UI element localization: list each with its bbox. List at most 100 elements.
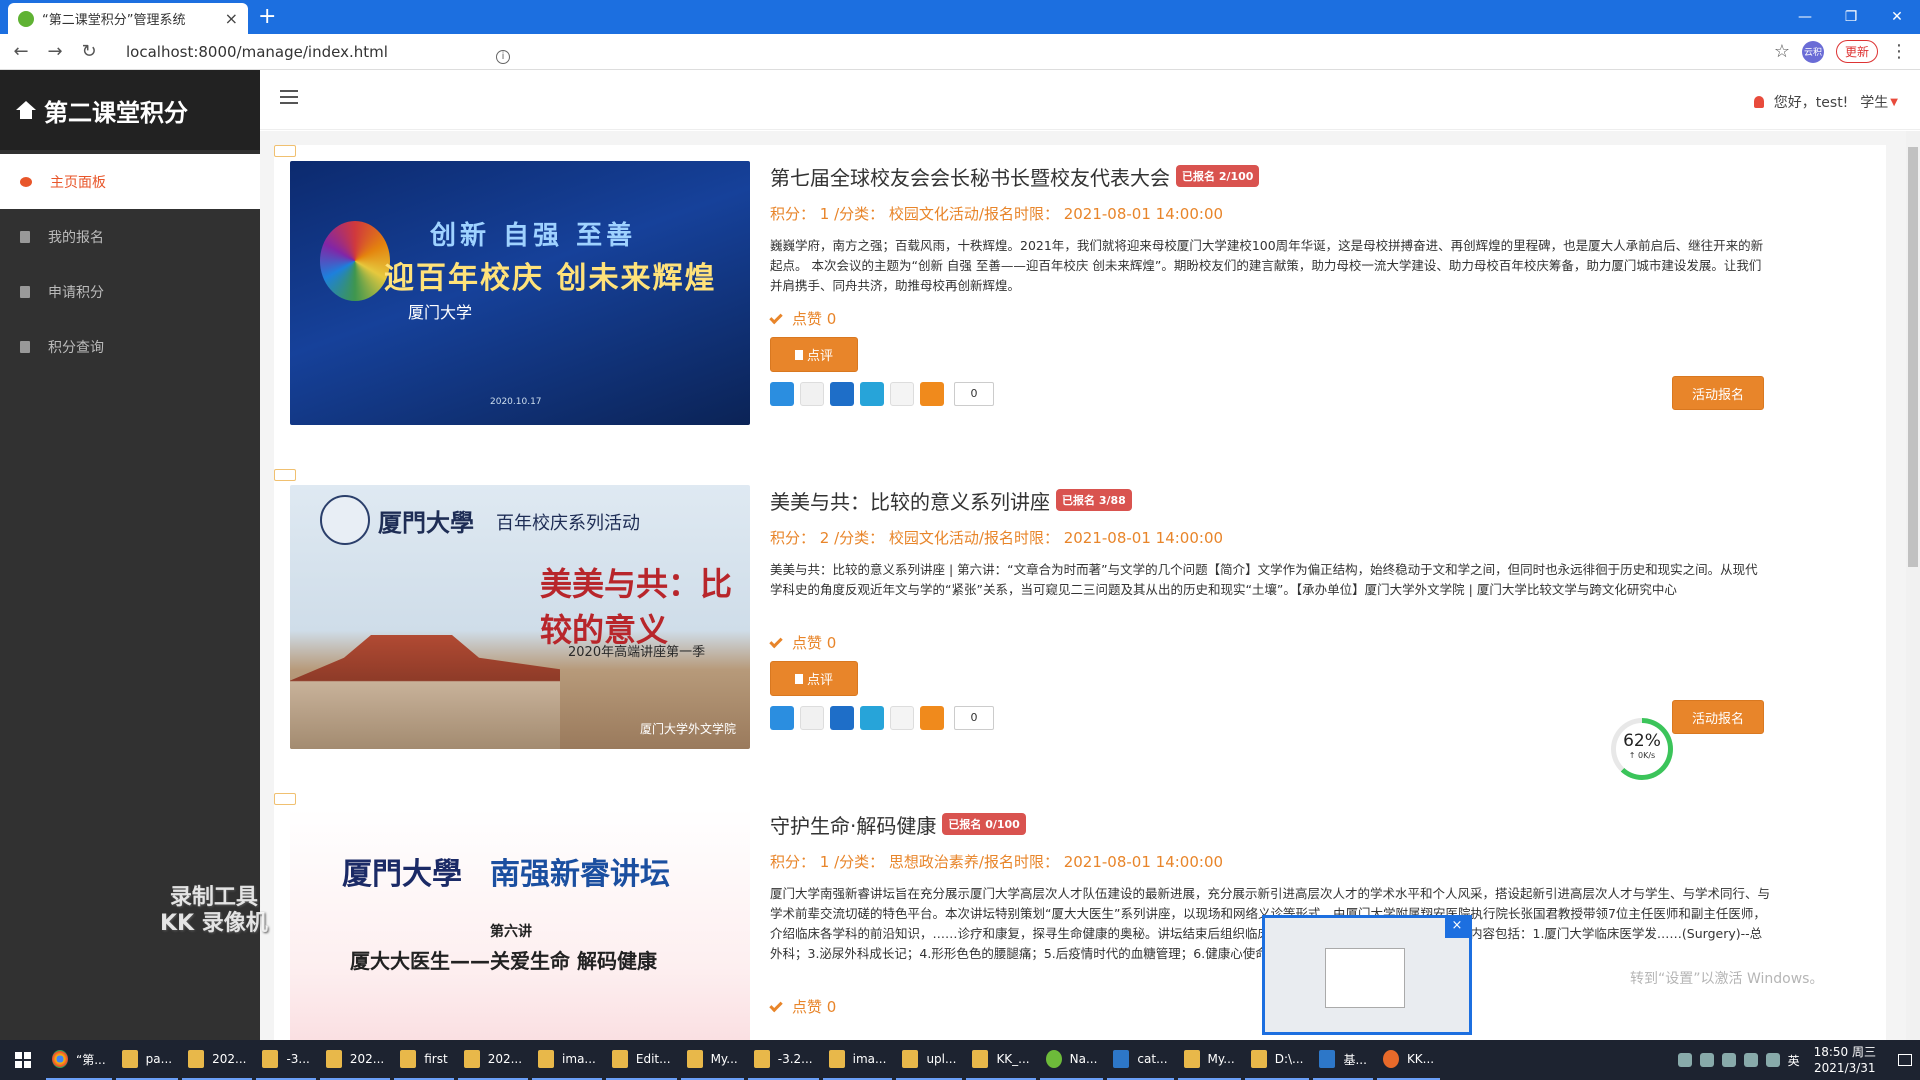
sidebar-item-my-signups[interactable]: 我的报名 [0, 209, 260, 264]
activity-title[interactable]: 美美与共：比较的意义系列讲座 [770, 486, 1050, 515]
tray-icon[interactable] [1721, 1053, 1736, 1067]
site-info-icon[interactable]: i [496, 50, 510, 64]
app-icon [1183, 1050, 1200, 1068]
review-button[interactable]: 点评 [770, 661, 859, 696]
back-icon[interactable]: ← [8, 41, 34, 62]
sidebar-item-apply-points[interactable]: 申请积分 [0, 264, 260, 319]
taskbar-item-label: 202... [487, 1052, 523, 1066]
close-preview-icon[interactable]: × [1445, 918, 1469, 938]
taskbar-item[interactable]: first [394, 1040, 454, 1080]
taskbar-item[interactable]: pa... [115, 1040, 179, 1080]
forward-icon[interactable]: → [42, 41, 68, 62]
close-tab-icon[interactable]: × [225, 9, 238, 28]
tray-icon[interactable] [1699, 1053, 1714, 1067]
volume-icon[interactable] [1765, 1053, 1780, 1067]
wifi-icon[interactable] [1743, 1053, 1758, 1067]
reload-icon[interactable]: ↻ [76, 41, 102, 62]
activity-title[interactable]: 守护生命·解码健康 [770, 810, 936, 839]
app-icon [1382, 1050, 1399, 1068]
new-tab-button[interactable]: + [258, 4, 276, 29]
activity-image[interactable]: 厦門大學 百年校庆系列活动 美美与共：比较的意义 2020年高端讲座第一季 厦门… [290, 485, 750, 749]
taskbar-item[interactable]: My... [680, 1040, 744, 1080]
page-scrollbar[interactable] [1906, 131, 1920, 1040]
qzone-share-icon[interactable] [770, 706, 794, 730]
image-text: 迎百年校庆 创未来辉煌 [384, 261, 717, 296]
notification-icon[interactable] [1890, 1040, 1920, 1080]
file-icon [20, 285, 30, 298]
activity-title[interactable]: 第七届全球校友会会长秘书长暨校友代表大会 [770, 162, 1170, 191]
taskbar-item[interactable]: -3... [256, 1040, 316, 1080]
activity-image[interactable]: 厦門大學 南强新睿讲坛 第六讲 厦大大医生——关爱生命 解码健康 [290, 809, 750, 1040]
taskbar-item[interactable]: -3.2... [747, 1040, 819, 1080]
douban-share-icon[interactable] [890, 382, 914, 406]
qzone-share-icon[interactable] [770, 382, 794, 406]
taskbar-item[interactable]: cat... [1107, 1040, 1174, 1080]
university-seal [320, 495, 370, 545]
browser-tab[interactable]: “第二课堂积分”管理系统 × [8, 3, 248, 34]
sidebar-item-dashboard[interactable]: 主页面板 [0, 154, 260, 209]
minimize-icon[interactable]: — [1782, 0, 1828, 34]
renren-share-icon[interactable] [830, 382, 854, 406]
update-button[interactable]: 更新 [1835, 40, 1878, 63]
sidebar-item-points-query[interactable]: 积分查询 [0, 319, 260, 374]
review-button[interactable]: 点评 [770, 337, 859, 372]
profile-avatar[interactable]: 云积 [1801, 40, 1824, 63]
tencent-share-icon[interactable] [860, 382, 884, 406]
browser-titlebar: “第二课堂积分”管理系统 × + — ❐ ✕ [0, 0, 1920, 34]
brand-title: 第二课堂积分 [44, 98, 188, 127]
select-marker[interactable] [274, 469, 296, 481]
select-marker[interactable] [274, 793, 296, 805]
sidebar-item-label: 申请积分 [48, 284, 104, 301]
taskbar-item[interactable]: D:\... [1244, 1040, 1310, 1080]
taskbar-item[interactable]: 202... [457, 1040, 529, 1080]
taskbar-item[interactable]: My... [1177, 1040, 1241, 1080]
taskbar-item[interactable]: Edit... [605, 1040, 677, 1080]
clock[interactable]: 18:50 周三 2021/3/31 [1814, 1044, 1876, 1076]
tencent-share-icon[interactable] [860, 706, 884, 730]
renren-share-icon[interactable] [830, 706, 854, 730]
weibo-share-icon[interactable] [800, 382, 824, 406]
taskbar-preview-popup[interactable]: × [1262, 915, 1472, 1035]
activity-signup-button[interactable]: 活动报名 [1672, 376, 1764, 410]
like-count: 点赞 0 [792, 310, 837, 328]
taskbar-item[interactable]: 基... [1313, 1040, 1373, 1080]
url-text: localhost:8000/manage/index.html [126, 42, 388, 61]
like-status[interactable]: 点赞 0 [769, 632, 1770, 653]
network-speed-gauge[interactable]: 62% ↑ 0K/s [1611, 718, 1673, 780]
menu-toggle-icon[interactable] [280, 90, 298, 104]
like-status[interactable]: 点赞 0 [769, 308, 1770, 329]
ime-indicator[interactable]: 英 [1788, 1052, 1800, 1069]
restore-icon[interactable]: ❐ [1828, 0, 1874, 34]
taskbar-item-label: “第... [76, 1052, 106, 1067]
taskbar-item-label: -3.2... [777, 1052, 813, 1066]
taskbar-item[interactable]: ima... [822, 1040, 893, 1080]
start-button[interactable] [0, 1040, 46, 1080]
weibo-share-icon[interactable] [800, 706, 824, 730]
bookmark-star-icon[interactable]: ☆ [1774, 41, 1790, 62]
taskbar-item[interactable]: 202... [182, 1040, 253, 1080]
tray-icon[interactable] [1677, 1053, 1692, 1067]
douban-share-icon[interactable] [890, 706, 914, 730]
taskbar-item[interactable]: upl... [896, 1040, 963, 1080]
select-marker[interactable] [274, 145, 296, 157]
app-icon [400, 1050, 417, 1068]
taskbar-item[interactable]: KK... [1376, 1040, 1441, 1080]
activity-image[interactable]: 创新 自强 至善 迎百年校庆 创未来辉煌 厦门大学 2020.10.17 [290, 161, 750, 425]
brand[interactable]: 第二课堂积分 [0, 70, 260, 150]
activity-signup-button[interactable]: 活动报名 [1672, 700, 1764, 734]
scrollbar-thumb[interactable] [1908, 147, 1918, 567]
more-share-icon[interactable] [920, 706, 944, 730]
taskbar-item[interactable]: KK_... [966, 1040, 1036, 1080]
more-menu-icon[interactable]: ⋮ [1890, 41, 1908, 62]
taskbar-item[interactable]: ima... [532, 1040, 602, 1080]
recorder-line: KK 录像机 [160, 911, 268, 936]
url-field[interactable]: i localhost:8000/manage/index.html [126, 42, 510, 64]
taskbar-item[interactable]: “第... [46, 1040, 112, 1080]
taskbar-item[interactable]: Na... [1039, 1040, 1104, 1080]
review-label: 点评 [807, 673, 834, 688]
image-text: 2020.10.17 [490, 397, 542, 407]
more-share-icon[interactable] [920, 382, 944, 406]
close-window-icon[interactable]: ✕ [1874, 0, 1920, 34]
user-menu[interactable]: 您好，test! 学生 ▼ [1753, 92, 1898, 112]
taskbar-item[interactable]: 202... [319, 1040, 391, 1080]
